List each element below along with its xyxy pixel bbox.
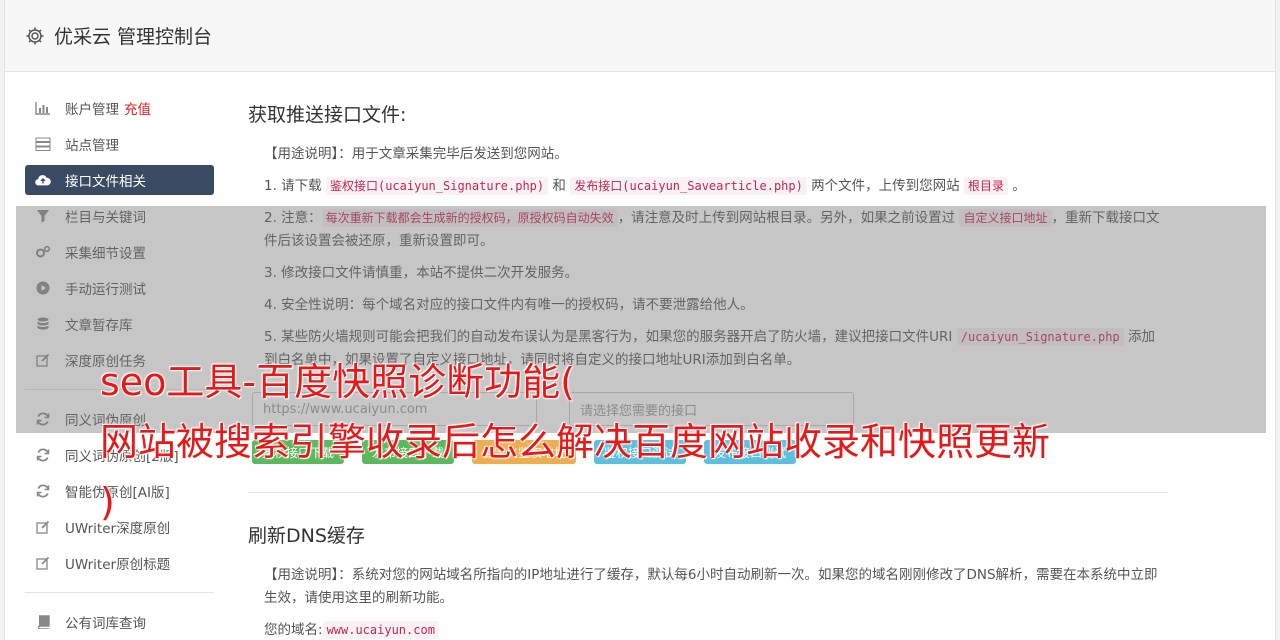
sidebar-item-interface-files[interactable]: 接口文件相关 (25, 165, 214, 195)
sidebar-item-public-lexicon[interactable]: 公有词库查询 (25, 607, 214, 637)
sidebar-item-sites[interactable]: 站点管理 (25, 129, 214, 159)
usage-text: 用于文章采集完毕后发送到您网站。 (351, 146, 568, 162)
edit-icon (35, 555, 51, 571)
sidebar-divider (25, 592, 214, 593)
usage-text: 系统对您的网站域名所指向的IP地址进行了缓存，默认每6小时自动刷新一次。如果您的… (264, 567, 1158, 606)
step-1: 1. 请下载 鉴权接口(ucaiyun_Signature.php) 和 发布接… (248, 175, 1168, 198)
sidebar-item-label: 账户管理 (65, 102, 119, 118)
overlay-headline: seo工具-百度快照诊断功能( 网站被搜索引擎收录后怎么解决百度网站收录和快照更… (100, 360, 1051, 524)
server-icon (35, 136, 51, 152)
top-bar: 优采云 管理控制台 (5, 0, 1275, 72)
domain-line: 您的域名: www.ucaiyun.com (248, 619, 1168, 640)
code-signature-file: 鉴权接口(ucaiyun_Signature.php) (325, 177, 549, 195)
usage-prefix: 【用途说明】： (264, 567, 352, 583)
bar-chart-icon (35, 100, 51, 116)
usage-prefix: 【用途说明】： (264, 146, 352, 162)
domain-value: www.ucaiyun.com (322, 621, 439, 639)
edit-icon (35, 519, 51, 535)
sidebar-item-account[interactable]: 账户管理 充值 (25, 93, 214, 123)
usage-note: 【用途说明】：用于文章采集完毕后发送到您网站。 (248, 143, 1168, 166)
step-text: 1. 请下载 (264, 178, 326, 194)
code-root-dir: 根目录 (963, 177, 1008, 195)
code-savearticle-file: 发布接口(ucaiyun_Savearticle.php) (570, 177, 807, 195)
dns-usage-note: 【用途说明】：系统对您的网站域名所指向的IP地址进行了缓存，默认每6小时自动刷新… (248, 564, 1168, 610)
recharge-link[interactable]: 充值 (124, 98, 151, 118)
cloud-upload-icon (35, 172, 51, 188)
refresh-icon (35, 447, 51, 463)
app-title: 优采云 管理控制台 (54, 26, 213, 48)
step-text: 。 (1007, 178, 1026, 194)
sidebar-item-label: 公有词库查询 (65, 616, 146, 632)
gear-icon (26, 27, 44, 44)
step-text: 和 (548, 178, 571, 194)
sidebar-item-label: UWriter原创标题 (65, 557, 171, 573)
domain-label: 您的域名: (264, 622, 323, 638)
sidebar-item-label: 站点管理 (65, 138, 119, 154)
section-title-interface: 获取推送接口文件: (248, 104, 407, 126)
sidebar-item-uwriter-title[interactable]: UWriter原创标题 (25, 548, 214, 578)
sidebar-item-label: 接口文件相关 (65, 174, 146, 190)
refresh-icon (35, 483, 51, 499)
step-text: 两个文件，上传到您网站 (806, 178, 964, 194)
book-icon (35, 614, 51, 630)
